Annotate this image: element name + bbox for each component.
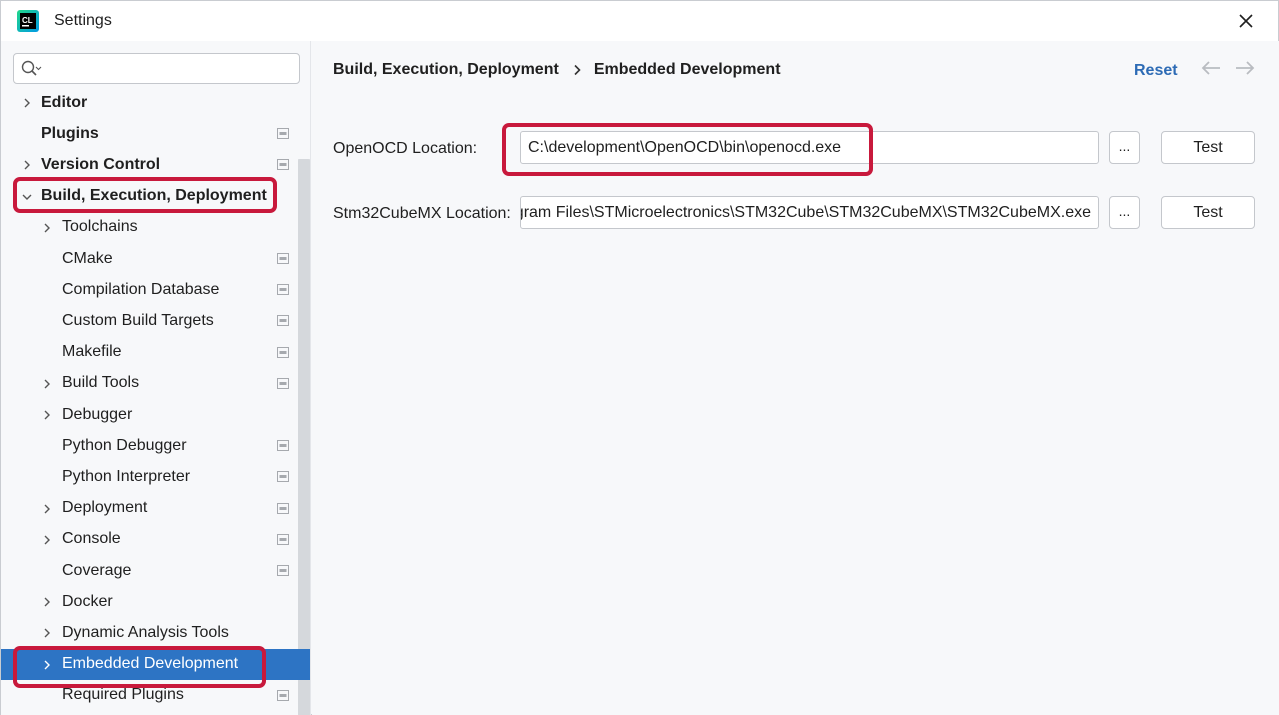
openocd-browse-button[interactable]: ... xyxy=(1109,131,1140,164)
breadcrumb-current: Embedded Development xyxy=(593,61,781,78)
tree-item-label: Embedded Development xyxy=(62,655,239,673)
tree-item[interactable]: Coverage xyxy=(1,555,310,586)
tree-item-label: Custom Build Targets xyxy=(62,311,214,329)
tree-item[interactable]: Dynamic Analysis Tools xyxy=(1,617,310,648)
tree-item-label: Required Plugins xyxy=(62,686,184,704)
arrow-left-icon[interactable] xyxy=(1200,59,1222,77)
breadcrumb: Build, Execution, Deployment Embedded De… xyxy=(333,61,781,79)
project-level-icon xyxy=(277,565,289,576)
tree-item-label: Dynamic Analysis Tools xyxy=(62,623,229,641)
project-level-icon xyxy=(277,159,289,171)
stm32cubemx-location-label: Stm32CubeMX Location: xyxy=(333,205,511,222)
tree-item-label: CMake xyxy=(62,249,113,267)
project-level-icon xyxy=(277,315,289,327)
tree-item-label: Version Control xyxy=(41,155,161,173)
tree-item[interactable]: Docker xyxy=(1,586,310,617)
settings-content: Build, Execution, Deployment Embedded De… xyxy=(312,41,1279,715)
tree-item-label: Coverage xyxy=(62,561,132,579)
tree-item-label: Docker xyxy=(62,592,113,610)
clion-logo-icon: CL xyxy=(17,10,39,32)
tree-item[interactable]: Custom Build Targets xyxy=(1,305,310,336)
tree-item[interactable]: Embedded Development xyxy=(1,648,310,680)
tree-item-label: Plugins xyxy=(41,124,99,142)
tree-item-label: Toolchains xyxy=(62,218,138,236)
tree-item[interactable]: Editor xyxy=(1,87,310,118)
chevron-right-icon[interactable] xyxy=(41,659,53,671)
title-bar: CL Settings xyxy=(1,1,1278,41)
project-level-icon xyxy=(277,533,289,545)
tree-item[interactable]: Toolchains xyxy=(1,212,310,243)
tree-item[interactable]: Console xyxy=(1,524,310,555)
project-level-icon xyxy=(277,502,289,514)
svg-text:CL: CL xyxy=(22,16,33,25)
close-icon[interactable] xyxy=(1234,9,1258,33)
chevron-right-icon[interactable] xyxy=(41,627,53,639)
tree-item[interactable]: Plugins xyxy=(1,118,310,149)
chevron-right-icon xyxy=(574,64,581,76)
chevron-right-icon[interactable] xyxy=(41,534,53,546)
search-input[interactable] xyxy=(48,58,294,80)
tree-item[interactable]: Compilation Database xyxy=(1,274,310,305)
tree-item-label: Editor xyxy=(41,93,88,111)
tree-item[interactable]: Python Interpreter xyxy=(1,461,310,492)
tree-item[interactable]: Build Tools xyxy=(1,368,310,399)
tree-item[interactable]: Deployment xyxy=(1,493,310,524)
tree-item-label: Python Interpreter xyxy=(62,467,191,485)
tree-item-label: Deployment xyxy=(62,499,148,517)
window-title: Settings xyxy=(54,12,112,29)
tree-item[interactable]: Makefile xyxy=(1,337,310,368)
project-level-icon xyxy=(277,377,289,389)
openocd-location-input[interactable]: C:\development\OpenOCD\bin\openocd.exe xyxy=(520,131,1099,164)
project-level-icon xyxy=(277,284,289,296)
openocd-location-value: C:\development\OpenOCD\bin\openocd.exe xyxy=(528,138,842,156)
reset-link[interactable]: Reset xyxy=(1134,62,1178,80)
chevron-right-icon[interactable] xyxy=(21,97,33,109)
openocd-location-label: OpenOCD Location: xyxy=(333,140,478,157)
project-level-icon xyxy=(277,689,289,701)
chevron-right-icon[interactable] xyxy=(41,378,53,390)
project-level-icon xyxy=(277,128,289,140)
tree-item[interactable]: Debugger xyxy=(1,399,310,430)
tree-item[interactable]: Required Plugins xyxy=(1,680,310,711)
tree-item-label: Console xyxy=(62,530,121,548)
arrow-right-icon[interactable] xyxy=(1234,59,1256,77)
tree-item-label: Build, Execution, Deployment xyxy=(41,187,267,205)
project-level-icon xyxy=(277,253,289,264)
stm32cubemx-test-button[interactable]: Test xyxy=(1161,196,1255,229)
chevron-right-icon[interactable] xyxy=(21,159,33,171)
openocd-test-button[interactable]: Test xyxy=(1161,131,1255,164)
tree-item-label: Build Tools xyxy=(62,374,140,392)
chevron-down-icon[interactable] xyxy=(21,191,33,203)
project-level-icon xyxy=(277,471,289,483)
tree-item[interactable]: CMake xyxy=(1,243,310,274)
tree-item-label: Debugger xyxy=(62,405,133,423)
tree-item[interactable]: Build, Execution, Deployment xyxy=(1,181,310,212)
project-level-icon xyxy=(277,440,289,452)
search-icon[interactable] xyxy=(20,59,42,79)
chevron-right-icon[interactable] xyxy=(41,409,53,421)
search-box[interactable] xyxy=(13,53,300,84)
stm32cubemx-browse-button[interactable]: ... xyxy=(1109,196,1140,229)
tree-item-label: Makefile xyxy=(62,343,122,361)
tree-item[interactable]: Version Control xyxy=(1,149,310,180)
project-level-icon xyxy=(277,346,289,358)
settings-sidebar: Editor Plugins Version Control Build, Execu… xyxy=(1,41,311,715)
chevron-right-icon[interactable] xyxy=(41,503,53,515)
chevron-right-icon[interactable] xyxy=(41,222,53,234)
stm32cubemx-location-value: C:\Program Files\STMicroelectronics\STM3… xyxy=(520,203,1091,221)
tree-item[interactable]: Python Debugger xyxy=(1,430,310,461)
settings-window: CL Settings Editor Plugins Version Control… xyxy=(0,0,1279,715)
tree-item-label: Python Debugger xyxy=(62,436,187,454)
tree-item-label: Compilation Database xyxy=(62,280,220,298)
chevron-right-icon[interactable] xyxy=(41,596,53,608)
stm32cubemx-location-input[interactable]: C:\Program Files\STMicroelectronics\STM3… xyxy=(520,196,1099,229)
breadcrumb-parent[interactable]: Build, Execution, Deployment xyxy=(333,61,559,79)
